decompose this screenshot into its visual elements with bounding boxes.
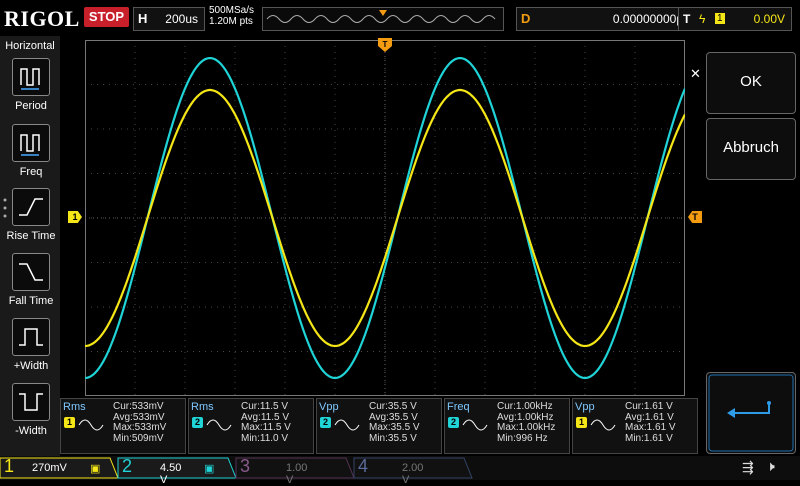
measurement-channel-badge: 2: [320, 417, 331, 428]
cancel-label: Abbruch: [723, 139, 779, 156]
trigger-level: 0.00V: [753, 12, 785, 26]
channel2-scale: 4.50 V: [160, 462, 182, 486]
measurement-current: Cur:1.61 V: [625, 401, 673, 412]
cancel-button[interactable]: Abbruch: [706, 118, 796, 180]
measurement-channel-badge: 1: [64, 417, 75, 428]
measurement-name: Freq: [447, 401, 470, 413]
measurement-name: Vpp: [319, 401, 339, 413]
measurement-current: Cur:11.5 V: [241, 401, 289, 412]
trigger-position-icon: [379, 10, 387, 16]
trigger-level-marker[interactable]: T: [688, 211, 702, 223]
timebase-box[interactable]: H 200us: [133, 7, 205, 31]
measurement-type-icon: [206, 419, 232, 431]
memory-position-bar[interactable]: [262, 7, 504, 31]
close-icon[interactable]: ✕: [690, 66, 701, 82]
trigger-label: T: [683, 12, 691, 26]
measurement-item[interactable]: Rms 1 Cur:533mV Avg:533mV Max:533mV Min:509mV: [60, 398, 186, 454]
measurement-item[interactable]: Rms 2 Cur:11.5 V Avg:11.5 V Max:11.5 V Min:11…: [188, 398, 314, 454]
timebase-value: 200us: [165, 12, 198, 26]
menu-item-freq[interactable]: Freq: [8, 124, 54, 178]
memory-depth: 1.20M pts: [209, 16, 253, 27]
measurement-max: Max:1.00kHz: [497, 422, 556, 433]
channel1-scale: 270mV: [32, 462, 67, 474]
return-button[interactable]: [706, 372, 796, 454]
measurement-max: Max:1.61 V: [625, 422, 676, 433]
measurement-type-icon: [334, 419, 360, 431]
menu-item-label: Rise Time: [6, 230, 56, 242]
timebase-label: H: [138, 11, 148, 26]
measurement-current: Cur:533mV: [113, 401, 164, 412]
bandwidth-limit-icon: ▣: [90, 463, 101, 475]
measurement-current: Cur:35.5 V: [369, 401, 417, 412]
menu-item-label: +Width: [13, 360, 49, 372]
measurement-name: Vpp: [575, 401, 595, 413]
menu-item-label: -Width: [15, 425, 47, 437]
menu-item-rise-time[interactable]: Rise Time: [7, 188, 55, 242]
sample-rate: 500MSa/s: [209, 5, 255, 16]
menu-item-positive-width[interactable]: +Width: [8, 318, 54, 372]
measurement-type-icon: [78, 419, 104, 431]
memory-waveform-preview: [266, 10, 496, 23]
measurement-min: Min:996 Hz: [497, 432, 548, 444]
channel2-number: 2: [122, 456, 133, 476]
trigger-box[interactable]: T ϟ 1 0.00V: [678, 7, 792, 31]
trigger-edge-icon: ϟ: [699, 12, 706, 26]
sample-rate-info: 500MSa/s 1.20M pts: [209, 5, 254, 27]
measurement-min: Min:509mV: [113, 432, 164, 444]
channel1-number: 1: [4, 456, 15, 476]
measurement-type-icon: [590, 419, 616, 431]
fall-time-icon: [12, 253, 50, 291]
brand-logo: RIGOL: [4, 6, 80, 31]
menu-item-period[interactable]: Period: [8, 58, 54, 112]
trigger-source: 1: [715, 13, 725, 24]
menu-item-label: Period: [15, 100, 47, 112]
graticule: [84, 40, 687, 396]
measurement-current: Cur:1.00kHz: [497, 401, 553, 412]
svg-text:T: T: [383, 40, 388, 49]
rise-time-icon: [12, 188, 50, 226]
frequency-icon: [12, 124, 50, 162]
measurement-type-icon: [462, 419, 488, 431]
speaker-muted-icon[interactable]: 🕨: [766, 458, 775, 475]
channel3-scale: 1.00 V: [286, 462, 308, 486]
negative-width-icon: [12, 383, 50, 421]
run-stop-status[interactable]: STOP: [84, 7, 129, 27]
menu-item-negative-width[interactable]: -Width: [8, 383, 54, 437]
measurement-min: Min:1.61 V: [625, 432, 673, 444]
measurement-channel-badge: 1: [576, 417, 587, 428]
channel-status-bar: [0, 456, 800, 480]
channel4-number: 4: [358, 456, 369, 476]
measurement-min: Min:11.0 V: [241, 432, 289, 444]
delay-label: D: [521, 11, 531, 26]
channel3-number: 3: [240, 456, 251, 476]
trigger-position-marker: T: [378, 38, 392, 59]
usb-icon: ⇶: [742, 459, 754, 475]
measurement-max: Max:11.5 V: [241, 422, 291, 433]
measurement-channel-badge: 2: [192, 417, 203, 428]
positive-width-icon: [12, 318, 50, 356]
measurement-item[interactable]: Freq 2 Cur:1.00kHz Avg:1.00kHz Max:1.00kHz Mi…: [444, 398, 570, 454]
ok-button[interactable]: OK: [706, 52, 796, 114]
delay-box[interactable]: D 0.00000000ps: [516, 7, 698, 31]
waveform-display[interactable]: [84, 40, 687, 396]
bandwidth-limit-icon: ▣: [204, 463, 215, 475]
menu-item-label: Fall Time: [8, 295, 54, 307]
measurement-name: Rms: [191, 401, 214, 413]
measurement-name: Rms: [63, 401, 86, 413]
measurement-item[interactable]: Vpp 1 Cur:1.61 V Avg:1.61 V Max:1.61 V Min:1.…: [572, 398, 698, 454]
measurement-min: Min:35.5 V: [369, 432, 417, 444]
period-icon: [12, 58, 50, 96]
measurement-max: Max:533mV: [113, 422, 167, 433]
ok-label: OK: [740, 73, 762, 90]
menu-title: Horizontal: [5, 40, 55, 52]
menu-item-label: Freq: [19, 166, 43, 178]
menu-item-fall-time[interactable]: Fall Time: [8, 253, 54, 307]
channel1-offset-marker[interactable]: 1: [68, 211, 82, 223]
channel4-scale: 2.00 V: [402, 462, 424, 486]
return-icon: [708, 374, 794, 452]
measurement-item[interactable]: Vpp 2 Cur:35.5 V Avg:35.5 V Max:35.5 V Min:35…: [316, 398, 442, 454]
measurement-channel-badge: 2: [448, 417, 459, 428]
measurement-max: Max:35.5 V: [369, 422, 420, 433]
